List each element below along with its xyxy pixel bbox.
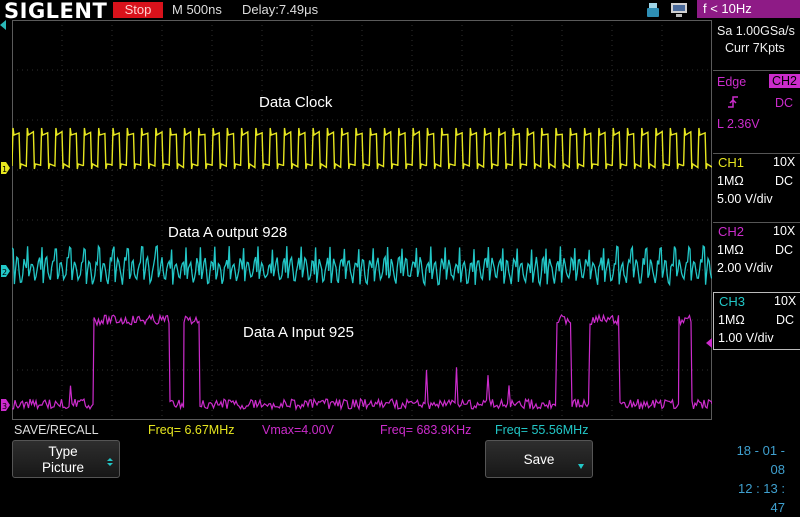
up-down-arrow-icon [106, 455, 114, 470]
ch1-vmax-measurement[interactable]: Vmax=4.00V [262, 423, 334, 437]
ch3-impedance: 1MΩ [718, 313, 745, 327]
delay-readout[interactable]: Delay:7.49μs [242, 2, 318, 17]
ch3-coupling: DC [776, 313, 795, 327]
trigger-source: CH2 [769, 74, 800, 88]
ch1-scale: 5.00 V/div [717, 192, 773, 206]
ch3-ground-marker[interactable]: 3 [1, 399, 10, 411]
date-time-display: 18 - 01 - 08 12 : 13 : 47 [727, 441, 785, 517]
ch1-frequency-measurement[interactable]: Freq= 6.67MHz [148, 423, 235, 437]
type-softkey-value: Picture [41, 460, 85, 475]
ch3-settings[interactable]: CH3 10X 1MΩ DC 1.00 V/div [713, 292, 800, 350]
ch3-trace-label: Data A Input 925 [243, 324, 354, 341]
ch2-ground-marker[interactable]: 2 [1, 265, 10, 277]
save-softkey[interactable]: Save [485, 440, 593, 478]
ch3-scale: 1.00 V/div [718, 331, 774, 345]
trigger-frequency-counter[interactable]: f < 10Hz [697, 0, 800, 18]
channel-markers[interactable]: 1 2 3 [0, 20, 12, 420]
ch2-scale: 2.00 V/div [717, 261, 773, 275]
type-softkey[interactable]: Type Picture [12, 440, 120, 478]
run-stop-status[interactable]: Stop [113, 2, 163, 18]
waveform-display[interactable] [12, 20, 712, 420]
time: 12 : 13 : 47 [738, 481, 785, 515]
ch2-trace-label: Data A output 928 [168, 224, 288, 241]
acquisition-info[interactable]: Sa 1.00GSa/s Curr 7Kpts [713, 20, 800, 69]
ch1-settings[interactable]: CH1 10X 1MΩ DC 5.00 V/div [713, 153, 800, 212]
ch3-probe: 10X [774, 294, 797, 308]
ch3-frequency-measurement[interactable]: Freq= 683.9KHz [380, 423, 471, 437]
date: 18 - 01 - 08 [736, 443, 785, 477]
trigger-coupling: DC [775, 96, 794, 110]
timebase-readout[interactable]: M 500ns [172, 2, 222, 17]
svg-text:1: 1 [2, 165, 7, 174]
ch2-frequency-measurement[interactable]: Freq= 55.56MHz [495, 423, 588, 437]
ch2-probe: 10X [773, 224, 796, 238]
type-softkey-label: Type [48, 444, 78, 459]
ch1-title: CH1 [718, 155, 745, 170]
ch2-settings[interactable]: CH2 10X 1MΩ DC 2.00 V/div [713, 222, 800, 281]
down-arrow-icon [577, 458, 585, 473]
trigger-position-marker[interactable] [0, 20, 6, 30]
rising-edge-icon [727, 95, 739, 112]
measurement-bar: SAVE/RECALL Freq= 6.67MHz Vmax=4.00V Fre… [0, 421, 712, 439]
menu-title: SAVE/RECALL [14, 423, 99, 437]
ch1-ground-marker[interactable]: 1 [1, 162, 10, 174]
trigger-type: Edge [717, 75, 747, 89]
ch2-coupling: DC [775, 243, 794, 257]
ch2-title: CH2 [718, 224, 745, 239]
sample-rate: Sa 1.00GSa/s [717, 24, 795, 38]
ch2-impedance: 1MΩ [717, 243, 744, 257]
memory-depth: Curr 7Kpts [725, 41, 785, 55]
ch1-trace-label: Data Clock [259, 94, 333, 111]
svg-text:2: 2 [2, 268, 7, 277]
svg-text:3: 3 [2, 402, 7, 411]
trigger-level: L 2.36V [717, 117, 760, 131]
ch1-probe: 10X [773, 155, 796, 169]
trigger-info[interactable]: Edge CH2 DC L 2.36V [713, 70, 800, 137]
ch3-title: CH3 [719, 294, 746, 309]
ch1-coupling: DC [775, 174, 794, 188]
ch1-impedance: 1MΩ [717, 174, 744, 188]
